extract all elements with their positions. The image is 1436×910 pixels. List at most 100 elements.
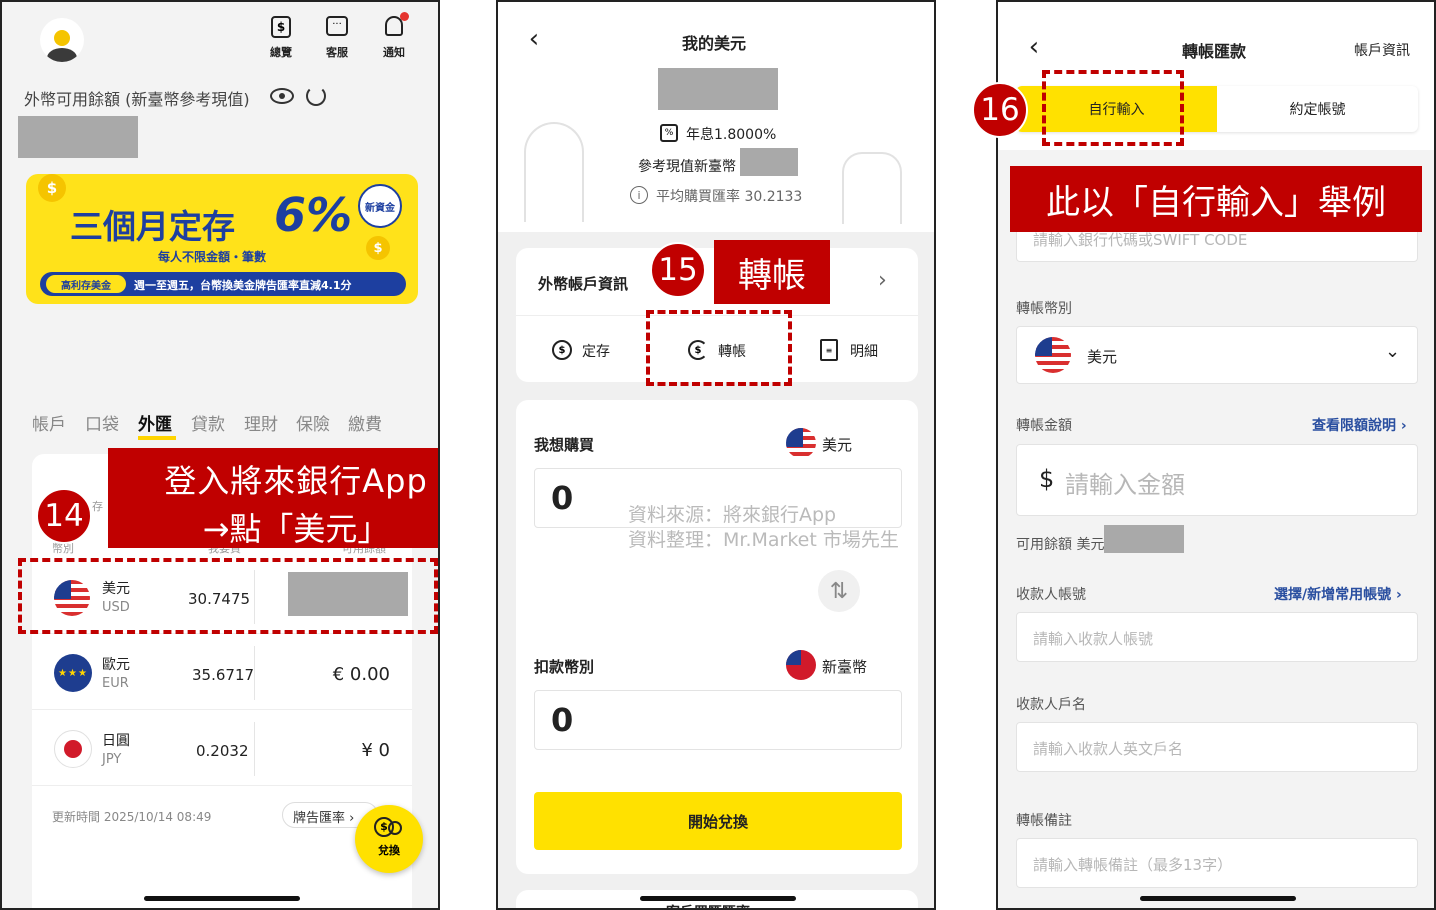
us-flag-icon [1035, 337, 1071, 373]
buy-label: 我想購買 [534, 436, 595, 454]
banner-badge: 新資金 [358, 184, 402, 228]
available-balance-label: 可用餘額 美元 [1016, 537, 1105, 553]
payee-name-label: 收款人戶名 [1016, 697, 1086, 713]
select-account-link[interactable]: 選擇/新增常用帳號 › [1274, 584, 1402, 604]
start-exchange-button[interactable]: 開始兌換 [534, 792, 902, 850]
interest-rate: 年息1.8000% [686, 127, 777, 143]
tab-invest[interactable]: 理財 [244, 410, 278, 435]
screen-my-usd: ‹ 我的美元 % 年息1.8000% 參考現值新臺幣 i 平均購買匯率 30.2… [496, 0, 936, 910]
tab-account[interactable]: 帳戶 [32, 410, 66, 435]
annotation-14-badge: 14 [36, 488, 92, 544]
exchange-icon: $ [372, 817, 406, 839]
chat-icon: ··· [326, 16, 348, 36]
annotation-16-box: 此以「自行輸入」舉例 [1010, 166, 1422, 232]
account-info-link[interactable]: 帳戶資訊 [1354, 40, 1410, 60]
currency-select[interactable]: 美元 ⌄ [1016, 326, 1418, 384]
limit-link[interactable]: 查看限額說明 › [1312, 415, 1407, 435]
home-indicator [640, 896, 796, 901]
annotation-usd-highlight [18, 558, 438, 634]
chevron-down-icon: ⌄ [1385, 341, 1401, 362]
banner-subtitle: 每人不限金額・筆數 [158, 250, 267, 264]
screen-foreign-exchange: $ 總覽 ··· 客服 通知 外幣可用餘額 (新臺幣參考現值) $ $ 三個月定… [0, 0, 440, 910]
tab-insurance[interactable]: 保險 [296, 410, 330, 435]
info-icon[interactable]: i [630, 186, 648, 204]
usd-balance-masked [658, 68, 778, 110]
tab-bar: 帳戶 口袋 外匯 貸款 理財 保險 繳費 [32, 410, 412, 442]
annotation-14-box: 登入將來銀行App →點「美元」 [108, 448, 438, 548]
us-flag-icon [786, 428, 816, 458]
bell-icon [385, 12, 409, 36]
deduct-label: 扣款幣別 [534, 658, 595, 676]
coin-icon: $ [366, 236, 390, 260]
banner-strip-tag: 高利存美金 [46, 275, 126, 293]
back-icon[interactable]: ‹ [1024, 32, 1044, 62]
nav-notify[interactable]: 通知 [377, 12, 411, 62]
annotation-self-input-highlight [1042, 70, 1184, 146]
tab-loan[interactable]: 貸款 [191, 410, 225, 435]
jp-flag-icon [54, 730, 92, 768]
amount-input[interactable]: $ 請輸入金額 [1016, 444, 1418, 516]
screen-transfer: ‹ 轉帳匯款 帳戶資訊 自行輸入 約定帳號 請輸入銀行代碼或SWIFT CODE… [996, 0, 1436, 910]
ref-value-masked [740, 148, 798, 176]
deposit-button[interactable]: $ 定存 [552, 336, 632, 366]
chevron-right-icon: › [878, 268, 887, 293]
buy-currency[interactable]: 美元 [822, 434, 852, 455]
detail-button[interactable]: ≡ 明細 [820, 336, 900, 366]
exchange-button[interactable]: $ 兌換 [355, 805, 423, 873]
watermark-source: 資料來源：將來銀行App [628, 504, 837, 526]
back-icon[interactable]: ‹ [524, 24, 544, 54]
deduct-amount-input[interactable]: 0 [534, 690, 902, 750]
swap-icon[interactable]: ⇅ [818, 570, 860, 612]
refresh-icon[interactable] [306, 86, 326, 106]
home-indicator [1140, 896, 1296, 901]
tab-agreed-account[interactable]: 約定帳號 [1217, 86, 1418, 132]
avatar[interactable] [40, 18, 84, 62]
nav-service[interactable]: ··· 客服 [320, 16, 354, 62]
payee-name-input[interactable]: 請輸入收款人英文戶名 [1016, 722, 1418, 772]
tab-forex[interactable]: 外匯 [138, 410, 172, 435]
currency-label: 轉帳幣別 [1016, 301, 1072, 317]
avg-rate: 平均購買匯率 30.2133 [656, 189, 803, 205]
banner-strip-text: 週一至週五，台幣換美金牌告匯率直減4.1分 [134, 279, 352, 292]
dollar-circle-icon: $ [552, 340, 572, 360]
banner-title: 三個月定存 [70, 207, 235, 246]
liberty-illustration [842, 152, 902, 224]
page-title: 我的美元 [682, 34, 747, 53]
annotation-16-badge-outer: 16 [972, 82, 1028, 138]
eu-flag-icon: ★★★ [54, 654, 92, 692]
interest-icon: % [660, 124, 678, 142]
dollar-sign: $ [1039, 465, 1055, 493]
wallet-icon: $ [271, 16, 291, 38]
tab-pocket[interactable]: 口袋 [85, 410, 119, 435]
update-time: 更新時間 2025/10/14 08:49 [52, 810, 212, 824]
amount-label: 轉帳金額 [1016, 418, 1072, 434]
annotation-15-box: 轉帳 [714, 240, 830, 304]
tab-forex-underline [138, 436, 176, 440]
available-balance-masked [1104, 525, 1184, 553]
nav-overview[interactable]: $ 總覽 [264, 16, 298, 62]
banner-rate: 6% [274, 188, 353, 242]
annotation-15-badge: 15 [650, 242, 706, 298]
promo-banner[interactable]: $ $ 三個月定存 6% 新資金 每人不限金額・筆數 高利存美金 週一至週五，台… [26, 174, 418, 304]
page-title: 轉帳匯款 [1182, 42, 1247, 61]
table-row[interactable]: ★★★ 歐元 EUR 35.6717 € 0.00 [32, 636, 412, 710]
exchange-card: 我想購買 美元 0 ⇅ 扣款幣別 新臺幣 0 開始兌換 [516, 400, 918, 874]
skyline-illustration [524, 122, 584, 222]
memo-input[interactable]: 請輸入轉帳備註（最多13字） [1016, 838, 1418, 888]
document-icon: ≡ [820, 339, 838, 361]
memo-label: 轉帳備註 [1016, 813, 1072, 829]
payee-account-label: 收款人帳號 [1016, 587, 1086, 603]
table-row[interactable]: 日圓 JPY 0.2032 ¥ 0 [32, 712, 412, 786]
balance-label: 外幣可用餘額 (新臺幣參考現值) [24, 90, 250, 109]
annotation-transfer-highlight [646, 310, 792, 386]
coin-icon: $ [38, 174, 66, 202]
col-peek: 存 [92, 500, 103, 513]
deduct-currency[interactable]: 新臺幣 [822, 656, 867, 677]
payee-account-input[interactable]: 請輸入收款人帳號 [1016, 612, 1418, 662]
home-indicator [144, 896, 300, 901]
tw-flag-icon [786, 650, 816, 680]
eye-icon[interactable] [270, 88, 294, 104]
tab-payment[interactable]: 繳費 [348, 410, 382, 435]
balance-masked [18, 116, 138, 158]
watermark-author: 資料整理：Mr.Market 市場先生 [628, 529, 899, 551]
